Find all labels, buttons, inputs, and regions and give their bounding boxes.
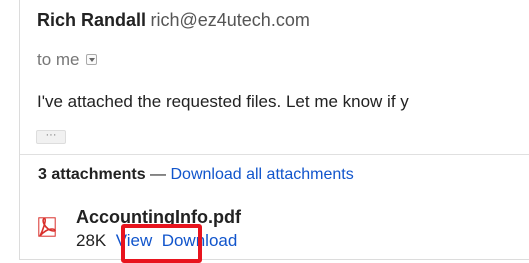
pdf-icon — [38, 217, 56, 237]
recipient-line: to me — [37, 50, 97, 70]
attachments-header: 3 attachments — Download all attachments — [38, 166, 354, 184]
show-trimmed-content-button[interactable]: ··· — [36, 130, 66, 144]
view-link-highlight-box — [121, 224, 202, 263]
message-body: I've attached the requested files. Let m… — [37, 92, 409, 111]
sender-line: Rich Randall rich@ez4utech.com — [37, 10, 310, 31]
attachments-separator: — — [150, 166, 167, 183]
attachments-count: 3 attachments — [38, 166, 146, 183]
recipient-label: to me — [37, 50, 80, 69]
sender-email: rich@ez4utech.com — [150, 10, 310, 30]
attachments-divider — [20, 154, 529, 155]
recipient-details-dropdown-icon[interactable] — [85, 54, 97, 66]
sender-name[interactable]: Rich Randall — [37, 10, 146, 30]
download-all-attachments-link[interactable]: Download all attachments — [171, 166, 354, 183]
attachment-size: 28K — [76, 231, 107, 250]
